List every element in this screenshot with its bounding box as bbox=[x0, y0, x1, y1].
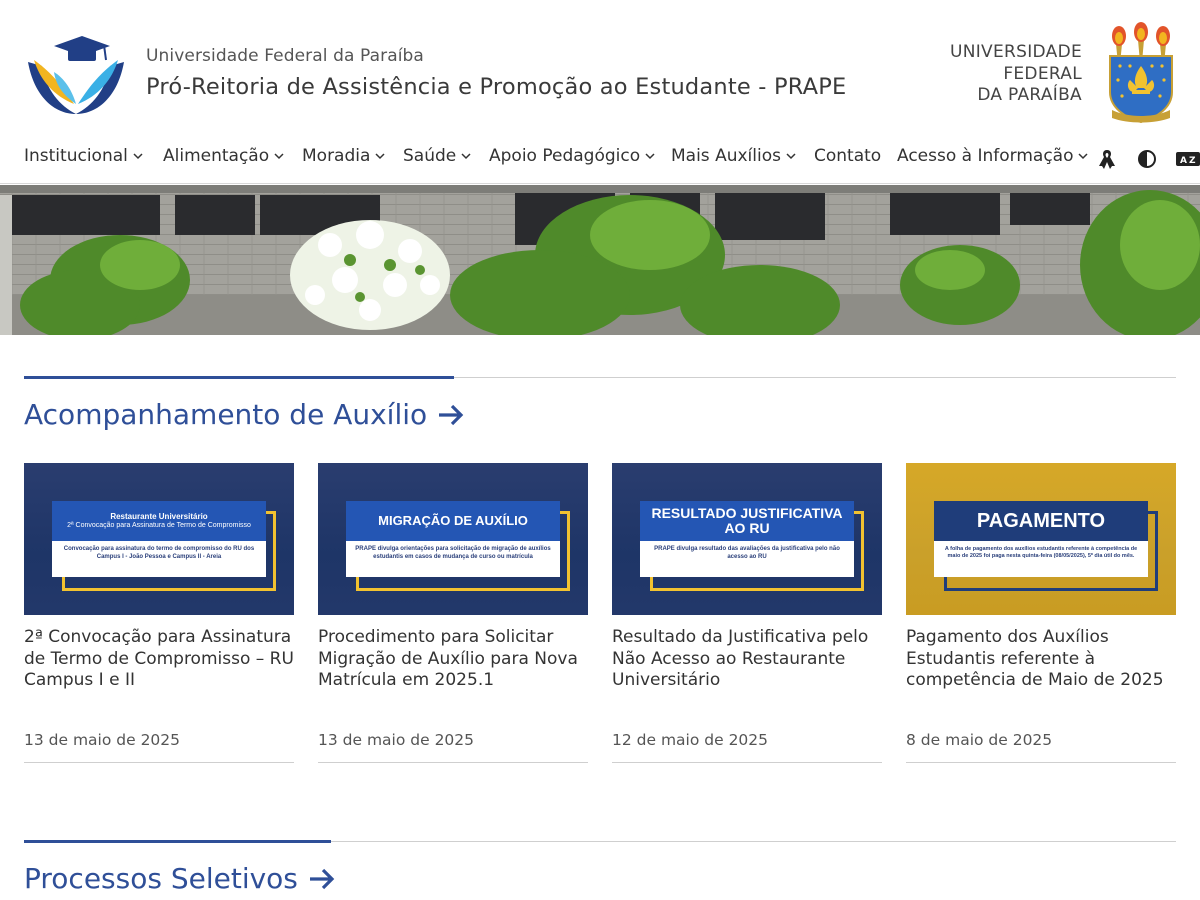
card-thumbnail: RESULTADO JUSTIFICATIVA AO RU PRAPE divu… bbox=[612, 463, 882, 615]
section-title-label: Acompanhamento de Auxílio bbox=[24, 398, 428, 431]
chevron-down-icon bbox=[133, 153, 143, 160]
card-date: 13 de maio de 2025 bbox=[24, 731, 181, 749]
card-date: 12 de maio de 2025 bbox=[612, 731, 769, 749]
thumbnail-heading-line: 2ª Convocação para Assinatura de Termo d… bbox=[67, 521, 251, 529]
svg-text:Z: Z bbox=[1189, 156, 1196, 166]
news-card[interactable]: RESULTADO JUSTIFICATIVA AO RU PRAPE divu… bbox=[612, 463, 882, 763]
news-card[interactable]: MIGRAÇÃO DE AUXÍLIO PRAPE divulga orient… bbox=[318, 463, 588, 763]
hero-photo bbox=[0, 185, 1200, 335]
nav-item-mais-auxilios[interactable]: Mais Auxílios bbox=[671, 146, 797, 166]
nav-item-label: Alimentação bbox=[163, 146, 270, 166]
nav-item-acesso-informacao[interactable]: Acesso à Informação bbox=[897, 146, 1089, 166]
svg-text:A: A bbox=[1180, 156, 1187, 166]
card-title[interactable]: Resultado da Justificativa pelo Não Aces… bbox=[612, 627, 882, 692]
main-nav: Institucional Alimentação Moradia Saúde … bbox=[0, 132, 1200, 184]
sign-language-icon[interactable]: A Z bbox=[1175, 148, 1200, 170]
card-thumbnail: MIGRAÇÃO DE AUXÍLIO PRAPE divulga orient… bbox=[318, 463, 588, 615]
card-title[interactable]: 2ª Convocação para Assinatura de Termo d… bbox=[24, 627, 294, 692]
thumbnail-text: PRAPE divulga resultado das avaliações d… bbox=[640, 541, 854, 577]
section-accent-bar bbox=[24, 376, 454, 379]
thumbnail-heading: Restaurante Universitário 2ª Convocação … bbox=[52, 501, 266, 541]
section-title-processos[interactable]: Processos Seletivos bbox=[24, 862, 336, 895]
card-title[interactable]: Procedimento para Solicitar Migração de … bbox=[318, 627, 588, 692]
section-title-acompanhamento[interactable]: Acompanhamento de Auxílio bbox=[24, 398, 465, 431]
chevron-down-icon bbox=[786, 153, 796, 160]
card-thumbnail: Restaurante Universitário 2ª Convocação … bbox=[24, 463, 294, 615]
nav-item-institucional[interactable]: Institucional bbox=[24, 146, 144, 166]
section-accent-bar bbox=[24, 840, 331, 843]
nav-item-label: Moradia bbox=[302, 146, 371, 166]
section-title-label: Processos Seletivos bbox=[24, 862, 298, 895]
thumbnail-text: Convocação para assinatura do termo de c… bbox=[52, 541, 266, 577]
arrow-right-icon bbox=[309, 868, 335, 889]
ufpb-line: DA PARAÍBA bbox=[977, 85, 1082, 105]
university-name: Universidade Federal da Paraíba bbox=[146, 46, 424, 66]
arrow-right-icon bbox=[439, 404, 464, 425]
nav-item-label: Institucional bbox=[24, 146, 128, 166]
thumbnail-banner: RESULTADO JUSTIFICATIVA AO RU PRAPE divu… bbox=[640, 501, 864, 591]
thumbnail-heading: PAGAMENTO bbox=[934, 501, 1148, 541]
nav-item-contato[interactable]: Contato bbox=[814, 146, 881, 166]
ufpb-line: UNIVERSIDADE bbox=[949, 42, 1082, 62]
site-header: Universidade Federal da Paraíba Pró-Reit… bbox=[0, 0, 1200, 130]
nav-item-label: Acesso à Informação bbox=[897, 146, 1074, 166]
ufpb-wordmark[interactable]: UNIVERSIDADE FEDERAL DA PARAÍBA bbox=[950, 42, 1082, 107]
nav-item-apoio-pedagogico[interactable]: Apoio Pedagógico bbox=[489, 146, 656, 166]
prape-logo[interactable] bbox=[24, 32, 128, 116]
thumbnail-heading-line: Restaurante Universitário bbox=[110, 511, 208, 521]
thumbnail-banner: PAGAMENTO A folha de pagamento dos auxíl… bbox=[934, 501, 1158, 591]
nav-item-label: Apoio Pedagógico bbox=[489, 146, 641, 166]
nav-item-label: Saúde bbox=[403, 146, 457, 166]
chevron-down-icon bbox=[274, 153, 284, 160]
nav-item-saude[interactable]: Saúde bbox=[403, 146, 472, 166]
thumbnail-heading: MIGRAÇÃO DE AUXÍLIO bbox=[346, 501, 560, 541]
thumbnail-banner: Restaurante Universitário 2ª Convocação … bbox=[52, 501, 276, 591]
news-card[interactable]: Restaurante Universitário 2ª Convocação … bbox=[24, 463, 294, 763]
nav-item-moradia[interactable]: Moradia bbox=[302, 146, 386, 166]
ribbon-icon[interactable] bbox=[1096, 148, 1118, 170]
nav-item-alimentacao[interactable]: Alimentação bbox=[163, 146, 285, 166]
nav-item-label: Mais Auxílios bbox=[671, 146, 781, 166]
site-title[interactable]: Pró-Reitoria de Assistência e Promoção a… bbox=[146, 74, 846, 100]
news-card[interactable]: PAGAMENTO A folha de pagamento dos auxíl… bbox=[906, 463, 1176, 763]
thumbnail-banner: MIGRAÇÃO DE AUXÍLIO PRAPE divulga orient… bbox=[346, 501, 570, 591]
chevron-down-icon bbox=[645, 153, 655, 160]
card-date: 13 de maio de 2025 bbox=[318, 731, 475, 749]
contrast-icon[interactable] bbox=[1136, 148, 1158, 170]
card-thumbnail: PAGAMENTO A folha de pagamento dos auxíl… bbox=[906, 463, 1176, 615]
ufpb-line: FEDERAL bbox=[1003, 63, 1082, 84]
thumbnail-text: A folha de pagamento dos auxílios estuda… bbox=[934, 541, 1148, 577]
card-title[interactable]: Pagamento dos Auxílios Estudantis refere… bbox=[906, 627, 1176, 692]
chevron-down-icon bbox=[1078, 153, 1089, 160]
chevron-down-icon bbox=[461, 153, 471, 160]
hero-banner bbox=[0, 185, 1200, 335]
thumbnail-heading: RESULTADO JUSTIFICATIVA AO RU bbox=[640, 501, 854, 541]
nav-item-label: Contato bbox=[814, 146, 882, 166]
ufpb-coat-of-arms[interactable] bbox=[1104, 22, 1178, 126]
card-date: 8 de maio de 2025 bbox=[906, 731, 1053, 749]
thumbnail-text: PRAPE divulga orientações para solicitaç… bbox=[346, 541, 560, 577]
chevron-down-icon bbox=[375, 153, 385, 160]
